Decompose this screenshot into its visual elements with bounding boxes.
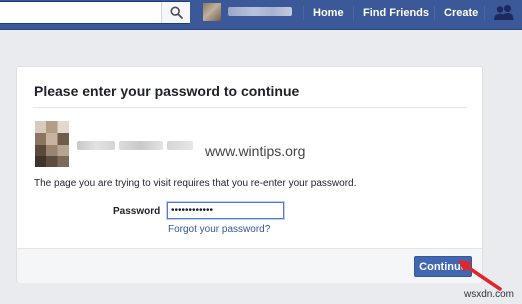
forgot-password-link[interactable]: Forgot your password?: [168, 224, 270, 235]
search-icon: [169, 6, 183, 19]
search-button[interactable]: [161, 2, 190, 23]
nav-find-friends-link[interactable]: Find Friends: [363, 0, 429, 25]
reauth-dialog: Please enter your password to continue w…: [16, 66, 483, 283]
nav-divider: [303, 6, 304, 20]
user-name-blurred: [119, 141, 163, 150]
password-field[interactable]: [167, 202, 284, 219]
nav-divider: [353, 6, 354, 20]
profile-name-blurred[interactable]: [228, 7, 292, 16]
user-name-blurred: [77, 141, 115, 150]
top-navigation-bar: Home Find Friends Create: [0, 0, 522, 30]
watermark-text: www.wintips.org: [205, 143, 306, 159]
dialog-footer: [17, 248, 482, 283]
user-avatar-pixelated: [35, 121, 69, 167]
nav-divider: [484, 6, 485, 20]
friends-icon[interactable]: [493, 4, 515, 21]
site-credit: wsxdn.com: [464, 289, 515, 300]
nav-create-link[interactable]: Create: [444, 0, 478, 25]
profile-avatar[interactable]: [203, 3, 221, 21]
user-name-blurred: [167, 141, 193, 150]
reauth-info-text: The page you are trying to visit require…: [34, 178, 357, 189]
nav-divider: [434, 6, 435, 20]
title-divider: [33, 107, 467, 108]
nav-home-link[interactable]: Home: [313, 0, 344, 25]
password-label: Password: [113, 206, 161, 217]
dialog-title: Please enter your password to continue: [34, 83, 300, 99]
